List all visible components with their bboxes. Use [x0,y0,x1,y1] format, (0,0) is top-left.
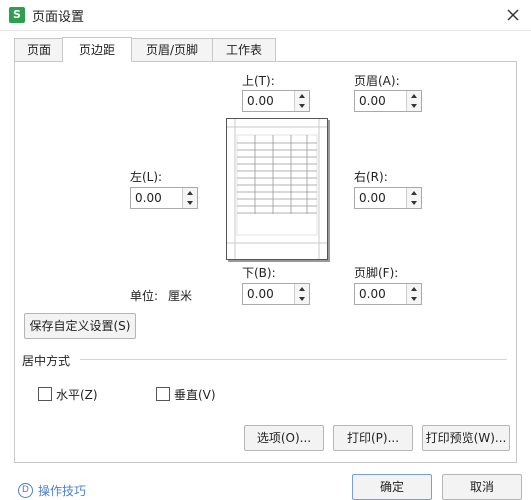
page-preview-graphic [227,119,327,259]
operation-tips-link[interactable]: 操作技巧 [38,482,86,499]
tab-sheet-label: 工作表 [225,43,262,57]
top-margin-label: 上(T): [242,74,275,88]
tab-page-label: 页面 [26,43,51,57]
spin-up-button[interactable] [295,91,309,101]
ok-button[interactable]: 确定 [352,474,432,500]
close-button[interactable] [503,5,523,25]
bottom-margin-input[interactable] [243,284,295,304]
unit-label: 单位: [130,289,159,303]
spin-up-button[interactable] [183,188,197,198]
chevron-up-icon [187,191,193,195]
horizontal-checkbox[interactable] [38,387,52,401]
header-margin-label: 页眉(A): [354,74,400,88]
app-icon: S [9,7,25,23]
horizontal-label: 水平(Z) [56,388,98,402]
cancel-button[interactable]: 取消 [442,474,522,500]
tab-margins-label: 页边距 [78,43,115,57]
left-margin-label: 左(L): [130,170,163,184]
tab-sheet[interactable]: 工作表 [212,38,276,62]
chevron-up-icon [411,94,417,98]
save-custom-settings-button[interactable]: 保存自定义设置(S) [24,313,136,339]
tab-header-footer-label: 页眉/页脚 [145,43,199,57]
footer-margin-input[interactable] [355,284,407,304]
spin-up-button[interactable] [295,284,309,294]
top-margin-spinner[interactable] [242,90,310,112]
spin-down-button[interactable] [407,101,421,111]
chevron-down-icon [187,201,193,205]
section-divider [80,359,507,360]
unit-value: 厘米 [168,289,193,303]
tab-page[interactable]: 页面 [14,38,64,62]
dialog-title: 页面设置 [32,10,85,25]
header-margin-spinner[interactable] [354,90,422,112]
page-preview [226,118,328,260]
top-margin-input[interactable] [243,91,295,111]
spin-up-button[interactable] [407,284,421,294]
spin-down-button[interactable] [407,198,421,208]
chevron-down-icon [299,297,305,301]
bottom-margin-spinner[interactable] [242,283,310,305]
chevron-down-icon [411,104,417,108]
print-preview-button[interactable]: 打印预览(W)... [422,425,510,451]
tab-margins[interactable]: 页边距 [62,37,132,62]
left-margin-input[interactable] [131,188,183,208]
spin-up-button[interactable] [407,91,421,101]
left-margin-spinner[interactable] [130,187,198,209]
spin-down-button[interactable] [407,294,421,304]
chevron-up-icon [299,287,305,291]
spin-down-button[interactable] [295,101,309,111]
close-icon [507,9,519,21]
vertical-checkbox[interactable] [156,387,170,401]
right-margin-label: 右(R): [354,170,388,184]
options-button[interactable]: 选项(O)... [244,425,324,451]
tips-icon[interactable]: D [18,483,33,498]
footer-margin-spinner[interactable] [354,283,422,305]
vertical-label: 垂直(V) [174,388,216,402]
chevron-down-icon [411,297,417,301]
right-margin-spinner[interactable] [354,187,422,209]
chevron-down-icon [411,201,417,205]
spin-up-button[interactable] [407,188,421,198]
title-bar: S 页面设置 [0,0,531,31]
chevron-up-icon [411,287,417,291]
chevron-up-icon [299,94,305,98]
tab-header-footer[interactable]: 页眉/页脚 [130,38,214,62]
print-button[interactable]: 打印(P)... [333,425,413,451]
bottom-margin-label: 下(B): [242,266,276,280]
spin-down-button[interactable] [295,294,309,304]
center-section-label: 居中方式 [22,354,71,368]
chevron-up-icon [411,191,417,195]
spin-down-button[interactable] [183,198,197,208]
right-margin-input[interactable] [355,188,407,208]
header-margin-input[interactable] [355,91,407,111]
chevron-down-icon [299,104,305,108]
footer-margin-label: 页脚(F): [354,266,399,280]
